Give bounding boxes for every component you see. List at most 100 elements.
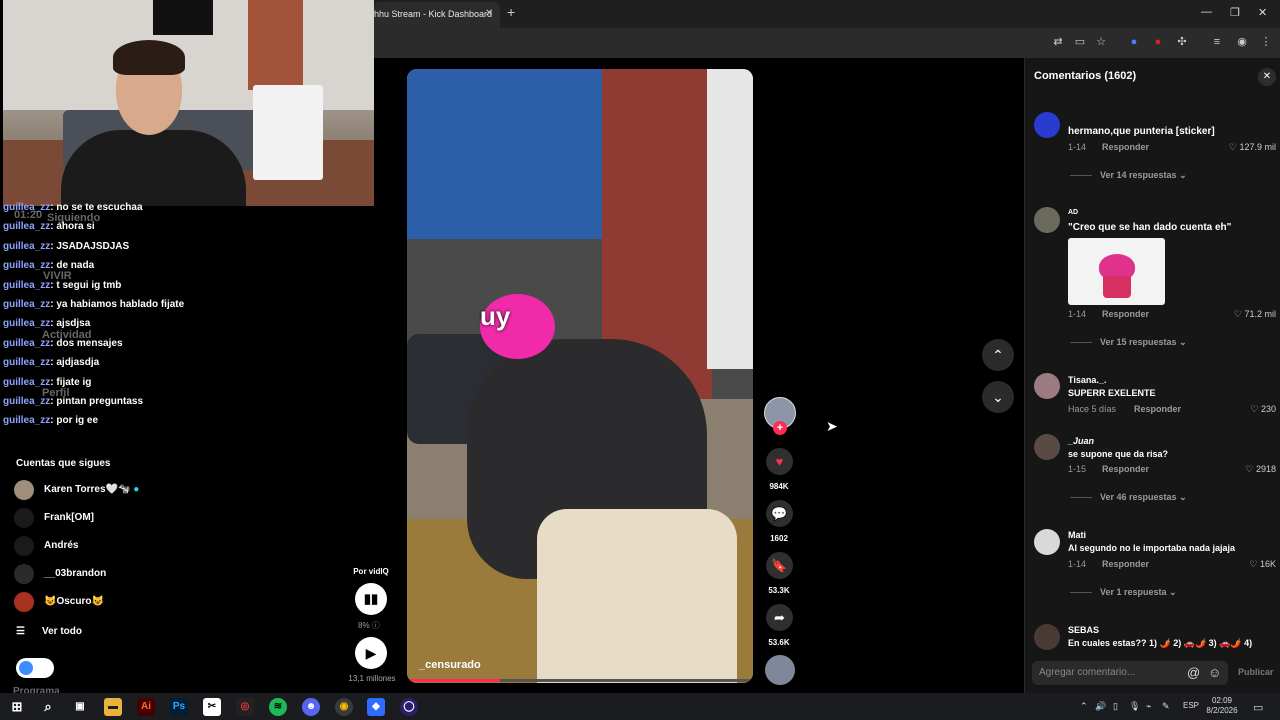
comment-like[interactable]: ♡ 71.2 mil — [1234, 309, 1276, 320]
comment-like[interactable]: ♡ 16K — [1249, 559, 1276, 570]
chat-username[interactable]: guillea_zz — [3, 260, 50, 271]
tray-network-icon[interactable]: ⌁ — [1146, 701, 1151, 712]
video-player[interactable]: uy _censurado — [407, 69, 753, 683]
bookmark-star-icon[interactable]: ☆ — [1094, 35, 1108, 49]
vidiq-stats-icon[interactable]: ▮▮ — [355, 583, 387, 615]
tray-language[interactable]: ESP — [1183, 701, 1199, 710]
media-queue-icon[interactable]: ≡ — [1210, 35, 1224, 49]
comment-reply-button[interactable]: Responder — [1134, 404, 1181, 414]
publish-button[interactable]: Publicar — [1238, 667, 1274, 677]
chat-username[interactable]: guillea_zz — [3, 221, 50, 232]
translate-icon[interactable]: ⇄ — [1051, 35, 1065, 49]
account-avatar — [14, 508, 34, 528]
video-author[interactable]: _censurado — [419, 659, 481, 671]
view-replies-button[interactable]: Ver 15 respuestas ⌄ — [1070, 337, 1187, 348]
task-view-icon[interactable]: ▣ — [71, 698, 89, 716]
chat-username[interactable]: guillea_zz — [3, 377, 50, 388]
browser-tab[interactable]: hhu Stream - Kick Dashboard ✕ — [374, 2, 500, 28]
follow-plus-icon[interactable]: + — [773, 421, 787, 435]
chat-username[interactable]: guillea_zz — [3, 299, 50, 310]
comment-reply-button[interactable]: Responder — [1102, 142, 1149, 152]
account-name: 😺Oscuro😺 — [44, 596, 104, 607]
windows-start-icon[interactable]: ⊞ — [8, 698, 26, 716]
tray-chevron-up-icon[interactable]: ⌃ — [1080, 701, 1088, 712]
mouse-cursor-icon: ➤ — [826, 418, 838, 434]
app-purple-icon[interactable]: ◯ — [400, 698, 418, 716]
tab-title: hhu Stream - Kick Dashboard — [374, 9, 493, 19]
comment-like[interactable]: ♡ 230 — [1250, 404, 1276, 415]
comment-bubble-icon[interactable]: 💬 — [766, 500, 793, 527]
tab-close-icon[interactable]: ✕ — [485, 8, 493, 19]
comment-author[interactable]: SEBAS — [1068, 625, 1099, 635]
chat-username[interactable]: guillea_zz — [3, 280, 50, 291]
browser-menu-icon[interactable]: ⋮ — [1259, 35, 1273, 49]
like-heart-icon[interactable]: ♥ — [766, 448, 793, 475]
tray-battery-icon[interactable]: ▯ — [1113, 701, 1118, 712]
discord-icon[interactable]: ☻ — [302, 698, 320, 716]
comment-avatar[interactable] — [1034, 529, 1060, 555]
restore-icon[interactable]: ❐ — [1230, 6, 1240, 19]
chrome-icon[interactable]: ◉ — [335, 698, 353, 716]
comment-reply-button[interactable]: Responder — [1102, 309, 1149, 319]
comment-author[interactable]: Mati — [1068, 530, 1086, 540]
view-replies-button[interactable]: Ver 46 respuestas ⌄ — [1070, 492, 1187, 503]
search-icon[interactable]: ⌕ — [39, 698, 57, 716]
previous-video-chevron-up-icon[interactable]: ⌃ — [982, 339, 1014, 371]
capcut-icon[interactable]: ✂ — [203, 698, 221, 716]
minimize-icon[interactable]: — — [1201, 6, 1212, 18]
comment-avatar[interactable] — [1034, 207, 1060, 233]
cast-icon[interactable]: ▭ — [1073, 35, 1087, 49]
notifications-icon[interactable]: ▭ — [1253, 701, 1263, 714]
file-explorer-icon[interactable]: ▬ — [104, 698, 122, 716]
share-arrow-icon[interactable]: ➦ — [766, 604, 793, 631]
extension-red-icon[interactable]: ● — [1151, 35, 1165, 49]
see-all-link[interactable]: ☰ Ver todo — [16, 626, 82, 637]
chat-username[interactable]: guillea_zz — [3, 338, 50, 349]
video-progress-bar[interactable] — [407, 679, 753, 682]
obs-icon[interactable]: ◎ — [236, 698, 254, 716]
app-blue-icon[interactable]: ◆ — [367, 698, 385, 716]
tray-pen-icon[interactable]: ✎ — [1162, 701, 1170, 712]
mention-icon[interactable]: @ — [1187, 665, 1200, 680]
spotify-icon[interactable]: ≋ — [269, 698, 287, 716]
photoshop-icon[interactable]: Ps — [170, 698, 188, 716]
view-replies-button[interactable]: Ver 1 respuesta ⌄ — [1070, 587, 1177, 598]
chat-username[interactable]: guillea_zz — [3, 415, 50, 426]
tray-mic-icon[interactable]: 🎙 — [1129, 701, 1140, 712]
comment-like[interactable]: ♡ 2918 — [1245, 464, 1276, 475]
close-comments-icon[interactable]: ✕ — [1258, 68, 1276, 86]
comment-author[interactable]: AD — [1068, 209, 1078, 216]
chat-username[interactable]: guillea_zz — [3, 396, 50, 407]
new-tab-icon[interactable]: + — [507, 4, 515, 20]
chat-username[interactable]: guillea_zz — [3, 202, 50, 213]
comment-avatar[interactable] — [1034, 373, 1060, 399]
comment-avatar[interactable] — [1034, 624, 1060, 650]
toggle-pill[interactable] — [16, 658, 54, 678]
emoji-icon[interactable]: ☺ — [1208, 665, 1221, 680]
window-close-icon[interactable]: ✕ — [1258, 6, 1267, 19]
next-video-chevron-down-icon[interactable]: ⌄ — [982, 381, 1014, 413]
like-count: 984K — [769, 482, 789, 491]
comment-avatar[interactable] — [1034, 112, 1060, 138]
taskbar-clock[interactable]: 02:09 8/2/2026 — [1205, 696, 1239, 716]
comment-avatar[interactable] — [1034, 434, 1060, 460]
view-replies-button[interactable]: Ver 14 respuestas ⌄ — [1070, 170, 1187, 181]
tray-volume-icon[interactable]: 🔊 — [1095, 701, 1106, 712]
bookmark-icon[interactable]: 🔖 — [766, 552, 793, 579]
comment-author[interactable]: Tisana._. — [1068, 375, 1106, 385]
comment-reply-button[interactable]: Responder — [1102, 464, 1149, 474]
address-bar[interactable] — [374, 28, 1280, 58]
play-icon[interactable]: ▶ — [355, 637, 387, 669]
extension-blue-icon[interactable]: ● — [1127, 35, 1141, 49]
comment-reply-button[interactable]: Responder — [1102, 559, 1149, 569]
chat-username[interactable]: guillea_zz — [3, 241, 50, 252]
extensions-puzzle-icon[interactable]: ✣ — [1175, 35, 1189, 49]
chat-message: guillea_zz: fijate ig — [3, 377, 91, 388]
chat-username[interactable]: guillea_zz — [3, 357, 50, 368]
comment-like[interactable]: ♡ 127.9 mil — [1229, 142, 1276, 153]
profile-icon[interactable]: ◉ — [1235, 35, 1249, 49]
chat-username[interactable]: guillea_zz — [3, 318, 50, 329]
comment-author[interactable]: _Juan — [1068, 436, 1094, 446]
sound-disc-icon[interactable] — [765, 655, 795, 685]
illustrator-icon[interactable]: Ai — [137, 698, 155, 716]
